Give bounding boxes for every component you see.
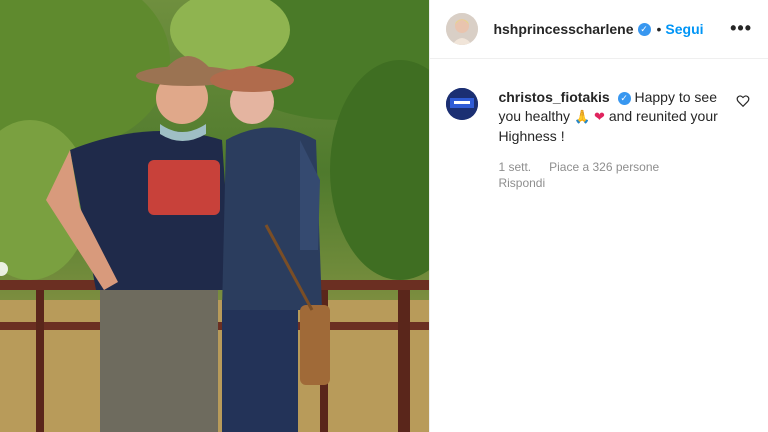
reply-button[interactable]: Rispondi: [498, 176, 746, 190]
commenter-username[interactable]: christos_fiotakis: [498, 89, 609, 105]
photo-illustration: [0, 0, 430, 432]
comment-meta: 1 sett. Piace a 326 persone: [498, 160, 746, 174]
post-header: hshprincesscharlene ✓ • Segui •••: [430, 0, 768, 59]
instagram-post: hshprincesscharlene ✓ • Segui ••• christ…: [0, 0, 768, 432]
pray-emoji-icon: 🙏: [573, 110, 591, 125]
comment-likes[interactable]: Piace a 326 persone: [549, 160, 659, 174]
comment-text: christos_fiotakis ✓ Happy to see you hea…: [498, 88, 728, 146]
account-username[interactable]: hshprincesscharlene: [493, 21, 633, 37]
verified-badge-icon: ✓: [617, 92, 631, 105]
header-separator: •: [656, 21, 662, 37]
verified-badge-icon: ✓: [637, 22, 651, 36]
red-heart-emoji-icon: ❤: [594, 110, 605, 125]
more-options-icon[interactable]: •••: [730, 18, 752, 39]
post-photo[interactable]: [0, 0, 430, 432]
follow-button[interactable]: Segui: [665, 21, 703, 37]
comment-time[interactable]: 1 sett.: [498, 160, 531, 174]
heart-outline-icon[interactable]: [736, 94, 750, 108]
post-sidebar: hshprincesscharlene ✓ • Segui ••• christ…: [429, 0, 768, 432]
commenter-avatar-image: [446, 88, 479, 120]
commenter-avatar[interactable]: [446, 88, 479, 120]
account-avatar[interactable]: [446, 13, 479, 45]
avatar-image: [446, 13, 479, 45]
comment: christos_fiotakis ✓ Happy to see you hea…: [446, 88, 750, 190]
